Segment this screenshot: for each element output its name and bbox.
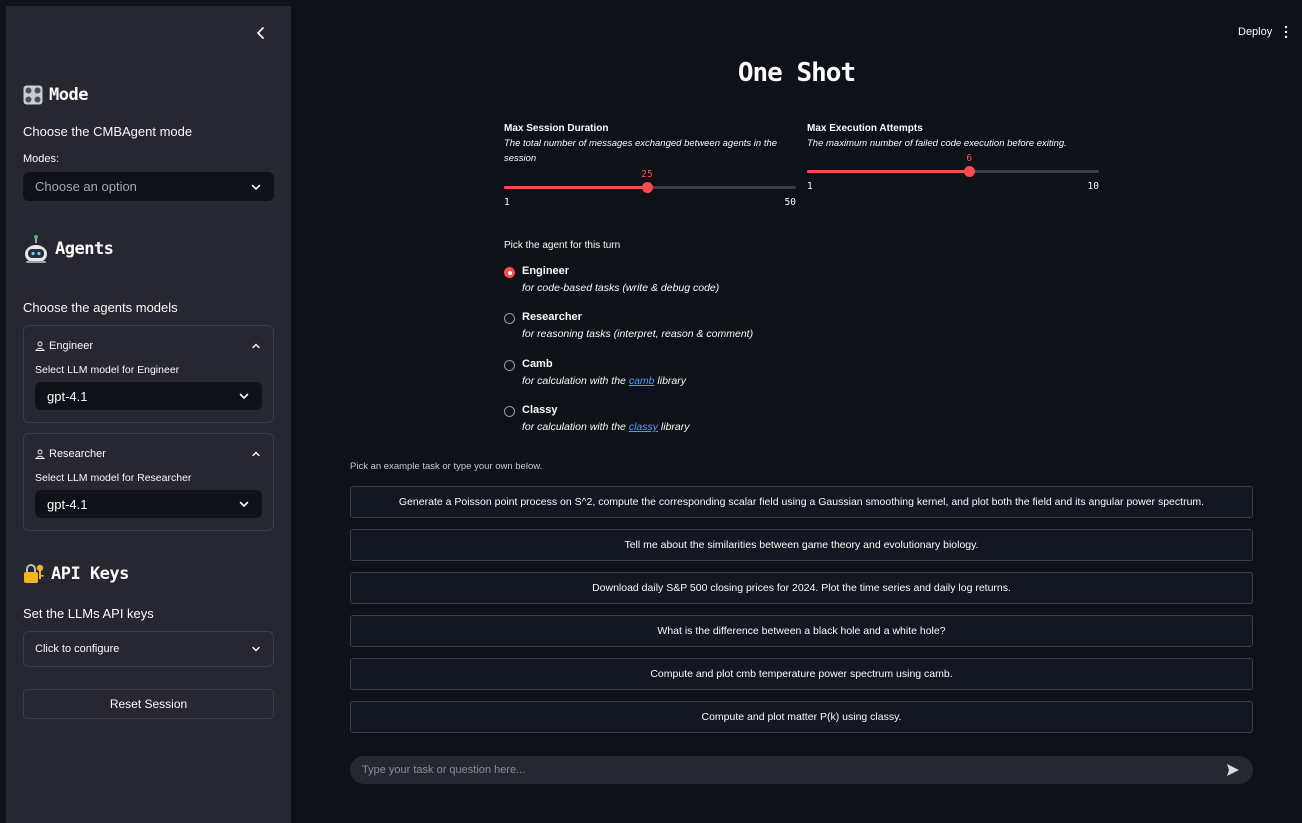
radio-dot-selected[interactable] xyxy=(504,267,515,278)
deploy-button[interactable]: Deploy xyxy=(1238,26,1272,38)
desc-text: library xyxy=(660,421,690,433)
slider-max: 10 xyxy=(1087,181,1099,192)
example-task-button[interactable]: Compute and plot matter P(k) using class… xyxy=(350,701,1253,733)
example-task-button[interactable]: Download daily S&P 500 closing prices fo… xyxy=(350,572,1253,604)
radio-dot[interactable] xyxy=(504,360,515,371)
collapse-sidebar-icon[interactable] xyxy=(252,24,270,42)
agents-section-title: Agents xyxy=(23,234,114,264)
slider-title: Max Session Duration xyxy=(504,123,609,134)
modes-select[interactable]: Choose an option xyxy=(23,172,274,201)
person-icon xyxy=(35,449,45,459)
slider-fill xyxy=(807,170,970,173)
reset-session-button[interactable]: Reset Session xyxy=(23,689,274,719)
radio-option-desc: for calculation with the camb library xyxy=(522,375,686,387)
engineer-expander: Engineer Select LLM model for Engineer g… xyxy=(23,325,274,423)
chevron-down-icon xyxy=(239,501,249,508)
page-title: One Shot xyxy=(737,58,856,88)
engineer-expander-title: Engineer xyxy=(49,340,94,352)
send-icon[interactable] xyxy=(1225,762,1241,778)
slider-thumb[interactable] xyxy=(964,166,976,177)
max-execution-attempts-block: Max Execution Attempts The maximum numbe… xyxy=(807,123,1099,152)
api-keys-expander-label: Click to configure xyxy=(35,643,120,655)
radio-dot[interactable] xyxy=(504,313,515,324)
chat-input[interactable]: Type your task or question here... xyxy=(350,756,1253,784)
modes-select-placeholder: Choose an option xyxy=(35,179,137,194)
slider-title: Max Execution Attempts xyxy=(807,123,923,134)
radio-option-desc: for reasoning tasks (interpret, reason &… xyxy=(522,328,754,340)
slider-value: 25 xyxy=(641,169,653,180)
agents-subtitle: Choose the agents models xyxy=(23,300,178,315)
classy-link[interactable]: classy xyxy=(629,421,658,433)
engineer-model-label: Select LLM model for Engineer xyxy=(35,364,180,376)
chevron-up-icon xyxy=(252,451,260,457)
mode-title: Mode xyxy=(49,85,88,105)
radio-option-desc: for calculation with the classy library xyxy=(522,421,690,433)
max-execution-attempts-slider[interactable]: 6 1 10 xyxy=(807,153,1099,193)
engineer-model-value: gpt-4.1 xyxy=(47,388,88,404)
researcher-model-label: Select LLM model for Researcher xyxy=(35,472,192,484)
researcher-expander-header[interactable]: Researcher xyxy=(35,448,262,460)
radio-option-name: Engineer xyxy=(522,265,570,277)
engineer-model-select[interactable]: gpt-4.1 xyxy=(35,382,262,410)
radio-camb[interactable]: Camb for calculation with the camb libra… xyxy=(504,358,686,387)
chevron-down-icon xyxy=(252,646,260,652)
robot-icon xyxy=(25,235,47,263)
desc-text: library xyxy=(657,375,687,387)
chevron-down-icon xyxy=(239,393,249,400)
agent-radio-label: Pick the agent for this turn xyxy=(504,240,621,251)
slider-min: 1 xyxy=(807,181,813,192)
more-menu-icon[interactable] xyxy=(1283,25,1289,39)
desc-text: for calculation with the xyxy=(522,375,626,387)
desc-text: for calculation with the xyxy=(522,421,626,433)
example-task-button[interactable]: Tell me about the similarities between g… xyxy=(350,529,1253,561)
mode-section-title: Mode xyxy=(23,85,88,105)
max-session-duration-slider[interactable]: 25 1 50 xyxy=(504,169,796,209)
engineer-expander-header[interactable]: Engineer xyxy=(35,340,262,352)
chat-input-placeholder: Type your task or question here... xyxy=(362,764,526,776)
radio-option-name: Classy xyxy=(522,404,558,416)
slider-value: 6 xyxy=(966,153,973,164)
person-icon xyxy=(35,341,45,351)
agents-title: Agents xyxy=(55,239,114,259)
researcher-expander: Researcher Select LLM model for Research… xyxy=(23,433,274,531)
modes-select-label: Modes: xyxy=(23,153,60,165)
example-task-button[interactable]: Generate a Poisson point process on S^2,… xyxy=(350,486,1253,518)
radio-option-name: Camb xyxy=(522,358,553,370)
app-window: Mode Choose the CMBAgent mode Modes: Cho… xyxy=(6,6,1302,823)
radio-option-name: Researcher xyxy=(522,311,582,323)
radio-classy[interactable]: Classy for calculation with the classy l… xyxy=(504,404,690,433)
slider-description: The total number of messages exchanged b… xyxy=(504,138,778,164)
slider-min: 1 xyxy=(504,197,510,208)
researcher-model-select[interactable]: gpt-4.1 xyxy=(35,490,262,518)
sidebar: Mode Choose the CMBAgent mode Modes: Cho… xyxy=(6,6,291,823)
radio-researcher[interactable]: Researcher for reasoning tasks (interpre… xyxy=(504,311,753,340)
researcher-model-value: gpt-4.1 xyxy=(47,496,88,512)
camb-link[interactable]: camb xyxy=(629,375,655,387)
control-knobs-icon xyxy=(23,85,43,105)
mode-subtitle: Choose the CMBAgent mode xyxy=(23,124,193,139)
example-task-button[interactable]: Compute and plot cmb temperature power s… xyxy=(350,658,1253,690)
examples-hint: Pick an example task or type your own be… xyxy=(350,461,543,472)
example-task-button[interactable]: What is the difference between a black h… xyxy=(350,615,1253,647)
radio-engineer[interactable]: Engineer for code-based tasks (write & d… xyxy=(504,265,719,294)
api-keys-expander-header[interactable]: Click to configure xyxy=(35,643,262,655)
radio-option-desc: for code-based tasks (write & debug code… xyxy=(522,282,720,294)
slider-max: 50 xyxy=(784,197,796,208)
api-keys-title: API Keys xyxy=(51,564,129,584)
api-keys-section-title: API Keys xyxy=(23,563,129,585)
lock-key-icon xyxy=(24,564,44,583)
chevron-down-icon xyxy=(251,184,261,190)
max-session-duration-block: Max Session Duration The total number of… xyxy=(504,123,796,166)
slider-thumb[interactable] xyxy=(642,182,654,193)
slider-description: The maximum number of failed code execut… xyxy=(807,138,1067,149)
api-keys-subtitle: Set the LLMs API keys xyxy=(23,606,154,621)
slider-fill xyxy=(504,186,648,189)
chevron-up-icon xyxy=(252,343,260,349)
api-keys-expander[interactable]: Click to configure xyxy=(23,631,274,667)
radio-dot[interactable] xyxy=(504,406,515,417)
researcher-expander-title: Researcher xyxy=(49,448,106,460)
